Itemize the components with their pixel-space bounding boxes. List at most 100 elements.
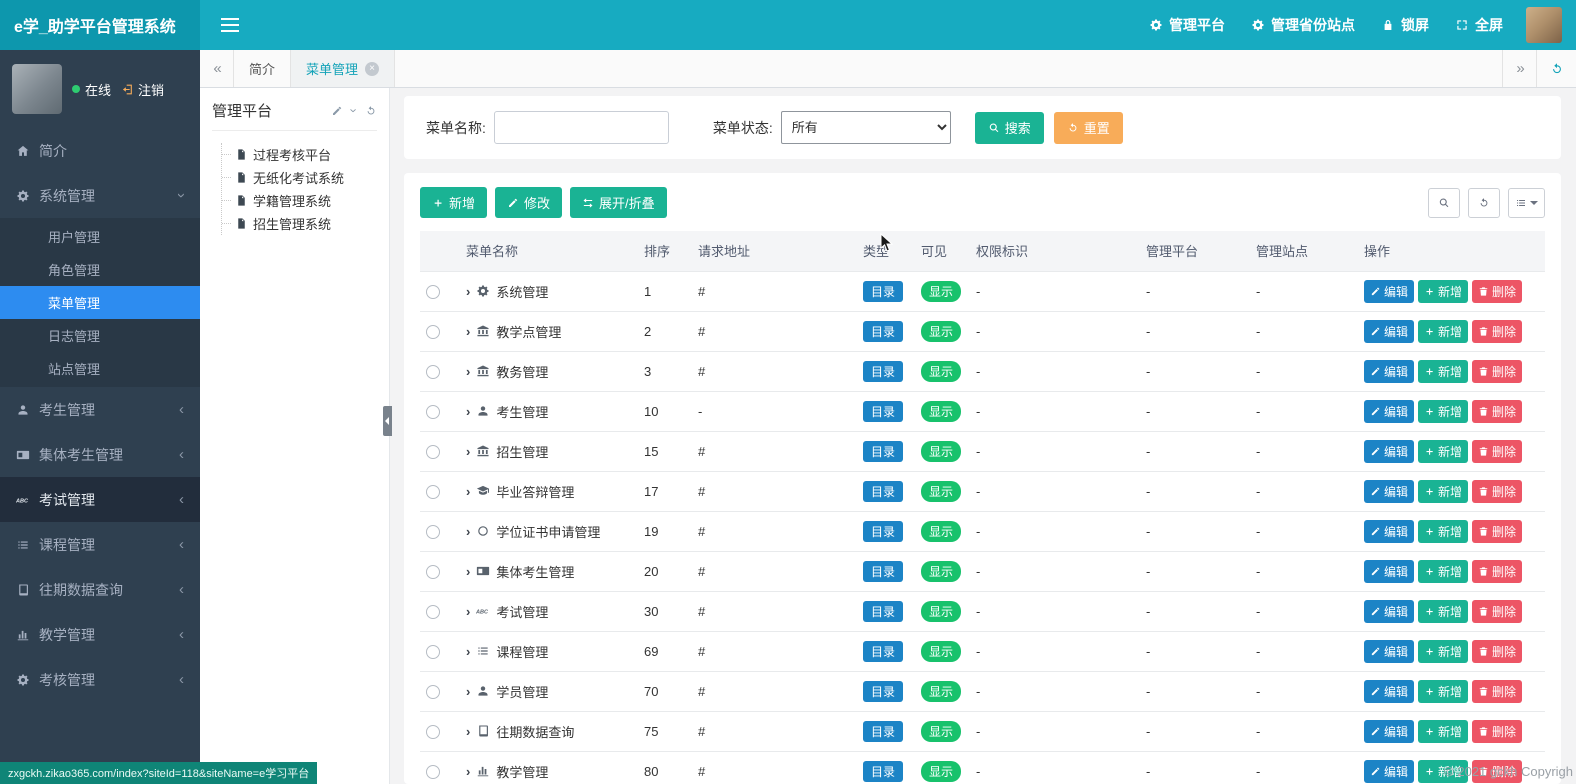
tree-collapse-button[interactable]: › (346, 108, 361, 112)
delete-button[interactable]: 删除 (1472, 680, 1522, 703)
edit-button[interactable]: 编辑 (1364, 600, 1414, 623)
add-button[interactable]: 新增 (1418, 520, 1468, 543)
edit-button[interactable]: 编辑 (1364, 720, 1414, 743)
sidebar-item-group-examinee[interactable]: 集体考生管理 ‹ (0, 432, 200, 477)
delete-button[interactable]: 删除 (1472, 480, 1522, 503)
row-radio[interactable] (426, 725, 440, 739)
fullscreen-button[interactable]: 全屏 (1442, 0, 1516, 50)
edit-button[interactable]: 编辑 (1364, 360, 1414, 383)
tab-refresh-button[interactable] (1536, 50, 1576, 87)
sidebar-item-assessment[interactable]: 考核管理 ‹ (0, 657, 200, 702)
sidebar-item-roles[interactable]: 角色管理 (0, 253, 200, 286)
expand-collapse-button[interactable]: 展开/折叠 (570, 187, 667, 218)
edit-button[interactable]: 编辑 (1364, 320, 1414, 343)
row-radio[interactable] (426, 325, 440, 339)
chevron-right-icon[interactable]: › (466, 604, 470, 619)
row-radio[interactable] (426, 525, 440, 539)
table-refresh-button[interactable] (1468, 188, 1500, 218)
sidebar-item-logs[interactable]: 日志管理 (0, 319, 200, 352)
tab-close-icon[interactable]: × (365, 62, 379, 76)
delete-button[interactable]: 删除 (1472, 600, 1522, 623)
delete-button[interactable]: 删除 (1472, 720, 1522, 743)
sidebar-item-system[interactable]: 系统管理 › (0, 173, 200, 218)
row-radio[interactable] (426, 285, 440, 299)
panel-collapse-handle[interactable] (383, 406, 392, 436)
sidebar-item-exam[interactable]: 考试管理 ‹ (0, 477, 200, 522)
lock-screen-button[interactable]: 锁屏 (1368, 0, 1442, 50)
delete-button[interactable]: 删除 (1472, 320, 1522, 343)
sidebar-item-users[interactable]: 用户管理 (0, 220, 200, 253)
row-radio[interactable] (426, 605, 440, 619)
edit-button[interactable]: 编辑 (1364, 440, 1414, 463)
add-button[interactable]: 新增 (1418, 280, 1468, 303)
search-button[interactable]: 搜索 (975, 112, 1044, 144)
tab-intro[interactable]: 简介 (234, 50, 291, 87)
edit-button[interactable]: 编辑 (1364, 480, 1414, 503)
chevron-right-icon[interactable]: › (466, 324, 470, 339)
delete-button[interactable]: 删除 (1472, 400, 1522, 423)
tree-item-paperless-exam[interactable]: 无纸化考试系统 (222, 166, 377, 189)
add-menu-button[interactable]: 新增 (420, 187, 487, 218)
delete-button[interactable]: 删除 (1472, 360, 1522, 383)
edit-button[interactable]: 编辑 (1364, 280, 1414, 303)
add-button[interactable]: 新增 (1418, 440, 1468, 463)
row-radio[interactable] (426, 765, 440, 779)
delete-button[interactable]: 删除 (1472, 280, 1522, 303)
sidebar-item-menus[interactable]: 菜单管理 (0, 286, 200, 319)
sidebar-item-course[interactable]: 课程管理 ‹ (0, 522, 200, 567)
row-radio[interactable] (426, 685, 440, 699)
tree-refresh-button[interactable] (365, 105, 377, 117)
add-button[interactable]: 新增 (1418, 360, 1468, 383)
tabs-scroll-left-button[interactable]: « (200, 50, 234, 87)
chevron-right-icon[interactable]: › (466, 564, 470, 579)
tree-item-enrollment[interactable]: 招生管理系统 (222, 212, 377, 235)
chevron-right-icon[interactable]: › (466, 524, 470, 539)
sidebar-item-history-data[interactable]: 往期数据查询 ‹ (0, 567, 200, 612)
add-button[interactable]: 新增 (1418, 400, 1468, 423)
tabs-scroll-right-button[interactable]: » (1502, 50, 1536, 87)
logout-button[interactable]: 注销 (121, 80, 164, 99)
add-button[interactable]: 新增 (1418, 320, 1468, 343)
row-radio[interactable] (426, 445, 440, 459)
edit-button[interactable]: 编辑 (1364, 760, 1414, 783)
row-radio[interactable] (426, 405, 440, 419)
edit-button[interactable]: 编辑 (1364, 560, 1414, 583)
edit-button[interactable]: 编辑 (1364, 640, 1414, 663)
delete-button[interactable]: 删除 (1472, 640, 1522, 663)
row-radio[interactable] (426, 365, 440, 379)
sidebar-toggle-button[interactable] (200, 0, 260, 50)
chevron-right-icon[interactable]: › (466, 644, 470, 659)
chevron-right-icon[interactable]: › (466, 284, 470, 299)
chevron-right-icon[interactable]: › (466, 724, 470, 739)
edit-button[interactable]: 编辑 (1364, 520, 1414, 543)
add-button[interactable]: 新增 (1418, 480, 1468, 503)
menu-name-input[interactable] (494, 111, 669, 144)
add-button[interactable]: 新增 (1418, 640, 1468, 663)
reset-button[interactable]: 重置 (1054, 112, 1123, 144)
chevron-right-icon[interactable]: › (466, 404, 470, 419)
chevron-right-icon[interactable]: › (466, 684, 470, 699)
manage-platform-button[interactable]: 管理平台 (1136, 0, 1238, 50)
sidebar-item-sites[interactable]: 站点管理 (0, 352, 200, 385)
delete-button[interactable]: 删除 (1472, 560, 1522, 583)
add-button[interactable]: 新增 (1418, 680, 1468, 703)
add-button[interactable]: 新增 (1418, 560, 1468, 583)
edit-button[interactable]: 编辑 (1364, 680, 1414, 703)
sidebar-item-teaching[interactable]: 教学管理 ‹ (0, 612, 200, 657)
table-columns-button[interactable] (1508, 188, 1545, 218)
edit-button[interactable]: 编辑 (1364, 400, 1414, 423)
chevron-right-icon[interactable]: › (466, 364, 470, 379)
row-radio[interactable] (426, 485, 440, 499)
sidebar-item-examinee[interactable]: 考生管理 ‹ (0, 387, 200, 432)
delete-button[interactable]: 删除 (1472, 440, 1522, 463)
chevron-right-icon[interactable]: › (466, 764, 470, 779)
user-avatar[interactable] (1526, 7, 1562, 43)
tree-edit-button[interactable] (331, 105, 343, 117)
delete-button[interactable]: 删除 (1472, 520, 1522, 543)
tree-item-process-assessment[interactable]: 过程考核平台 (222, 143, 377, 166)
chevron-right-icon[interactable]: › (466, 484, 470, 499)
tab-menu-management[interactable]: 菜单管理 × (291, 50, 395, 87)
chevron-right-icon[interactable]: › (466, 444, 470, 459)
sidebar-item-intro[interactable]: 简介 (0, 128, 200, 173)
add-button[interactable]: 新增 (1418, 720, 1468, 743)
